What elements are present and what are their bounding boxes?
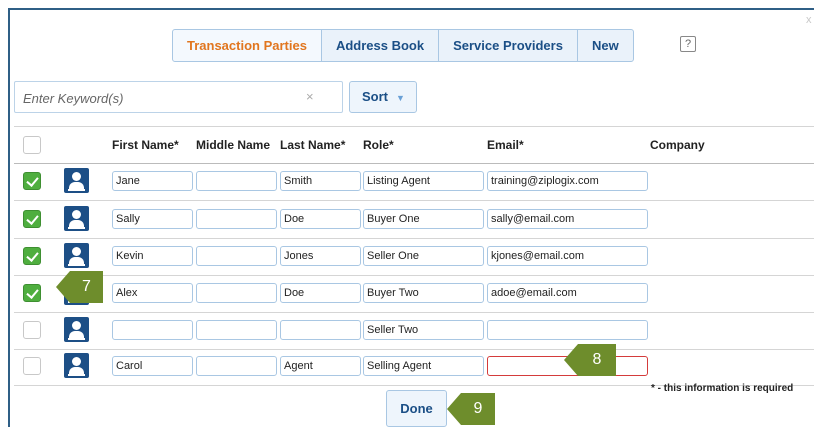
tab-bar: Transaction Parties Address Book Service… [172, 29, 634, 62]
person-icon[interactable] [64, 243, 89, 268]
table-row: Carol Agent Selling Agent [14, 348, 814, 386]
search-input[interactable] [21, 83, 305, 113]
clear-icon[interactable]: × [306, 89, 314, 104]
required-note: * - this information is required [651, 383, 794, 394]
step-7-callout: 7 [56, 271, 103, 303]
middle-name-field[interactable] [196, 209, 277, 229]
role-field[interactable]: Seller Two [363, 320, 484, 340]
header-middle-name: Middle Name [196, 138, 271, 152]
first-name-field[interactable]: Carol [112, 356, 193, 376]
table-header: First Name* Middle Name Last Name* Role*… [14, 126, 814, 164]
person-icon[interactable] [64, 353, 89, 378]
row-checkbox[interactable] [23, 321, 41, 339]
help-icon[interactable]: ? [680, 36, 696, 52]
row-checkbox[interactable] [23, 210, 41, 228]
table-row: Seller Two [14, 312, 814, 350]
last-name-field[interactable]: Jones [280, 246, 361, 266]
person-icon[interactable] [64, 317, 89, 342]
role-field[interactable]: Buyer One [363, 209, 484, 229]
person-icon[interactable] [64, 168, 89, 193]
step-9-callout: 9 [447, 393, 495, 425]
tab-service-providers[interactable]: Service Providers [438, 29, 578, 62]
search-box: × [14, 81, 343, 113]
select-all-checkbox[interactable] [23, 136, 41, 154]
first-name-field[interactable]: Kevin [112, 246, 193, 266]
tab-transaction-parties[interactable]: Transaction Parties [172, 29, 322, 62]
role-field[interactable]: Seller One [363, 246, 484, 266]
tab-new[interactable]: New [576, 29, 634, 62]
last-name-field[interactable]: Doe [280, 283, 361, 303]
row-checkbox[interactable] [23, 357, 41, 375]
person-icon[interactable] [64, 206, 89, 231]
middle-name-field[interactable] [196, 283, 277, 303]
header-first-name: First Name* [112, 138, 179, 152]
table-row: Sally Doe Buyer One sally@email.com [14, 201, 814, 239]
middle-name-field[interactable] [196, 171, 277, 191]
middle-name-field[interactable] [196, 320, 277, 340]
last-name-field[interactable] [280, 320, 361, 340]
email-field[interactable] [487, 320, 648, 340]
last-name-field[interactable]: Doe [280, 209, 361, 229]
last-name-field[interactable]: Agent [280, 356, 361, 376]
last-name-field[interactable]: Smith [280, 171, 361, 191]
row-checkbox[interactable] [23, 172, 41, 190]
sort-label: Sort [362, 89, 388, 104]
header-role: Role* [363, 138, 394, 152]
first-name-field[interactable]: Alex [112, 283, 193, 303]
first-name-field[interactable]: Sally [112, 209, 193, 229]
email-field[interactable]: training@ziplogix.com [487, 171, 648, 191]
email-field[interactable]: kjones@email.com [487, 246, 648, 266]
step-8-callout: 8 [564, 344, 616, 376]
email-field[interactable]: adoe@email.com [487, 283, 648, 303]
role-field[interactable]: Buyer Two [363, 283, 484, 303]
done-button[interactable]: Done [386, 390, 447, 427]
row-checkbox[interactable] [23, 247, 41, 265]
first-name-field[interactable]: Jane [112, 171, 193, 191]
header-company: Company [650, 138, 705, 152]
middle-name-field[interactable] [196, 246, 277, 266]
table-row: Kevin Jones Seller One kjones@email.com [14, 238, 814, 276]
header-last-name: Last Name* [280, 138, 346, 152]
table-row: Alex Doe Buyer Two adoe@email.com [14, 275, 814, 313]
caret-down-icon: ▼ [396, 93, 405, 103]
tab-address-book[interactable]: Address Book [320, 29, 440, 62]
first-name-field[interactable] [112, 320, 193, 340]
sort-button[interactable]: Sort ▼ [349, 81, 417, 113]
row-checkbox[interactable] [23, 284, 41, 302]
middle-name-field[interactable] [196, 356, 277, 376]
close-icon[interactable]: x [806, 14, 812, 26]
role-field[interactable]: Listing Agent [363, 171, 484, 191]
role-field[interactable]: Selling Agent [363, 356, 484, 376]
email-field[interactable]: sally@email.com [487, 209, 648, 229]
table-row: Jane Smith Listing Agent training@ziplog… [14, 163, 814, 201]
header-email: Email* [487, 138, 524, 152]
